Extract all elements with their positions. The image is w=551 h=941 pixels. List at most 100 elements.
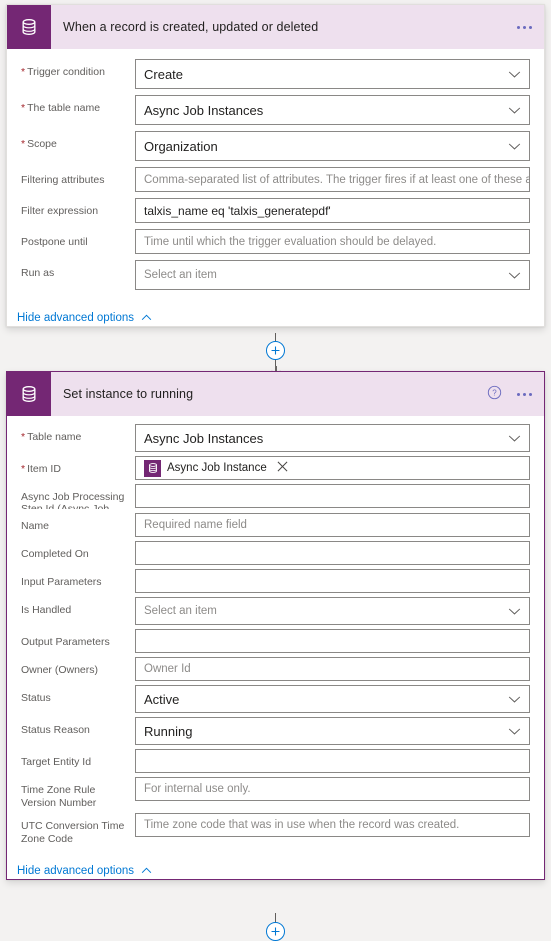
dropdown-placeholder: Select an item <box>144 605 217 617</box>
text-input-output-parameters[interactable] <box>135 629 530 653</box>
chevron-down-icon <box>508 103 521 118</box>
action-card-title: Set instance to running <box>63 387 194 401</box>
dropdown-run-as[interactable]: Select an item <box>135 260 530 290</box>
input-value: talxis_name eq 'talxis_generatepdf' <box>144 203 331 218</box>
dropdown-scope[interactable]: Organization <box>135 131 530 161</box>
trigger-card-header-actions <box>515 5 534 49</box>
plus-icon[interactable] <box>266 341 285 360</box>
input-placeholder: Owner Id <box>144 663 191 675</box>
field-row: * Scope Organization <box>21 131 530 161</box>
dropdown-the-table-name[interactable]: Async Job Instances <box>135 95 530 125</box>
field-label-text: Table name <box>27 431 82 443</box>
close-icon[interactable] <box>277 461 288 475</box>
field-label: Filtering attributes <box>21 167 135 187</box>
text-input-name[interactable]: Required name field <box>135 513 530 537</box>
field-label: * Table name <box>21 424 135 444</box>
text-input-postpone-until[interactable]: Time until which the trigger evaluation … <box>135 229 530 254</box>
action-card-header[interactable]: Set instance to running ? <box>7 372 544 416</box>
field-label-text: Is Handled <box>21 604 72 616</box>
text-input-utc-conversion-time-zone-code[interactable]: Time zone code that was in use when the … <box>135 813 530 837</box>
field-label-text: Name <box>21 520 50 532</box>
dropdown-status[interactable]: Active <box>135 685 530 713</box>
field-control-wrapper: Running <box>135 717 530 745</box>
trigger-card[interactable]: When a record is created, updated or del… <box>6 4 545 327</box>
chevron-down-icon <box>508 604 521 619</box>
field-label: Run as <box>21 260 135 280</box>
field-label-text: UTC Conversion Time Zone Code <box>21 820 125 845</box>
help-circle-icon[interactable]: ? <box>487 385 502 403</box>
field-label-text: Owner (Owners) <box>21 664 99 676</box>
input-placeholder: Comma-separated list of attributes. The … <box>144 173 530 186</box>
ellipsis-icon[interactable] <box>515 20 534 35</box>
field-row: Target Entity Id <box>21 749 530 773</box>
dropdown-value: Organization <box>144 138 218 154</box>
field-label: Status Reason <box>21 717 135 737</box>
field-label: Target Entity Id <box>21 749 135 769</box>
text-input-owner-owners[interactable]: Owner Id <box>135 657 530 681</box>
field-label: * Item ID <box>21 456 135 476</box>
dropdown-value: Running <box>144 723 193 739</box>
field-control-wrapper: talxis_name eq 'talxis_generatepdf' <box>135 198 530 223</box>
field-label: Name <box>21 513 135 533</box>
flow-designer-canvas: When a record is created, updated or del… <box>0 0 551 941</box>
field-label: Output Parameters <box>21 629 135 649</box>
field-row: Run as Select an item <box>21 260 530 290</box>
dropdown-is-handled[interactable]: Select an item <box>135 597 530 625</box>
input-placeholder: Required name field <box>144 519 247 531</box>
chevron-down-icon <box>508 724 521 739</box>
database-icon <box>7 372 51 416</box>
field-label: Owner (Owners) <box>21 657 135 677</box>
field-control-wrapper <box>135 484 530 508</box>
dropdown-table-name[interactable]: Async Job Instances <box>135 424 530 452</box>
input-placeholder: Time until which the trigger evaluation … <box>144 235 437 248</box>
action-card[interactable]: Set instance to running ? * Table name Asy… <box>6 371 545 880</box>
required-asterisk: * <box>21 431 26 443</box>
text-input-async-job-processing-step-id-async-job[interactable] <box>135 484 530 508</box>
trigger-advanced-options-toggle[interactable]: Hide advanced options <box>17 312 152 324</box>
required-asterisk: * <box>21 138 26 150</box>
dropdown-value: Create <box>144 66 184 82</box>
field-label: Completed On <box>21 541 135 561</box>
field-control-wrapper: Comma-separated list of attributes. The … <box>135 167 530 192</box>
field-row: UTC Conversion Time Zone Code Time zone c… <box>21 813 530 845</box>
field-row: Async Job Processing Step Id (Async Job <box>21 484 530 509</box>
field-row: Input Parameters <box>21 569 530 593</box>
field-label-text: Filtering attributes <box>21 174 105 186</box>
dropdown-status-reason[interactable]: Running <box>135 717 530 745</box>
database-icon <box>7 5 51 49</box>
database-icon <box>144 459 161 477</box>
field-control-wrapper <box>135 541 530 565</box>
chevron-down-icon <box>508 431 521 446</box>
trigger-card-header[interactable]: When a record is created, updated or del… <box>7 5 544 49</box>
ellipsis-icon[interactable] <box>515 387 534 402</box>
field-label-text: Trigger condition <box>27 66 105 78</box>
text-input-filtering-attributes[interactable]: Comma-separated list of attributes. The … <box>135 167 530 192</box>
trigger-card-body: * Trigger condition Create * The table name A… <box>7 49 544 304</box>
field-row: Filtering attributes Comma-separated list… <box>21 167 530 192</box>
text-input-time-zone-rule-version-number[interactable]: For internal use only. <box>135 777 530 801</box>
text-input-filter-expression[interactable]: talxis_name eq 'talxis_generatepdf' <box>135 198 530 223</box>
field-label: * The table name <box>21 95 135 115</box>
text-input-completed-on[interactable] <box>135 541 530 565</box>
required-asterisk: * <box>21 463 26 475</box>
field-control-wrapper: Select an item <box>135 597 530 625</box>
field-label-text: Completed On <box>21 548 89 560</box>
field-label: Is Handled <box>21 597 135 617</box>
field-label: UTC Conversion Time Zone Code <box>21 813 135 845</box>
action-advanced-options-toggle[interactable]: Hide advanced options <box>17 865 152 877</box>
required-asterisk: * <box>21 66 26 78</box>
dynamic-content-token[interactable]: Async Job Instance <box>144 459 288 477</box>
svg-text:?: ? <box>492 389 497 398</box>
field-label-text: Postpone until <box>21 236 88 248</box>
plus-icon[interactable] <box>266 922 285 941</box>
token-field-item-id[interactable]: Async Job Instance <box>135 456 530 480</box>
field-control-wrapper: Async Job Instances <box>135 95 530 125</box>
action-advanced-options-label: Hide advanced options <box>17 865 134 877</box>
field-label-text: The table name <box>27 102 101 114</box>
dropdown-trigger-condition[interactable]: Create <box>135 59 530 89</box>
text-input-target-entity-id[interactable] <box>135 749 530 773</box>
dropdown-placeholder: Select an item <box>144 269 217 281</box>
text-input-input-parameters[interactable] <box>135 569 530 593</box>
chevron-down-icon <box>508 692 521 707</box>
field-label-text: Run as <box>21 267 55 279</box>
